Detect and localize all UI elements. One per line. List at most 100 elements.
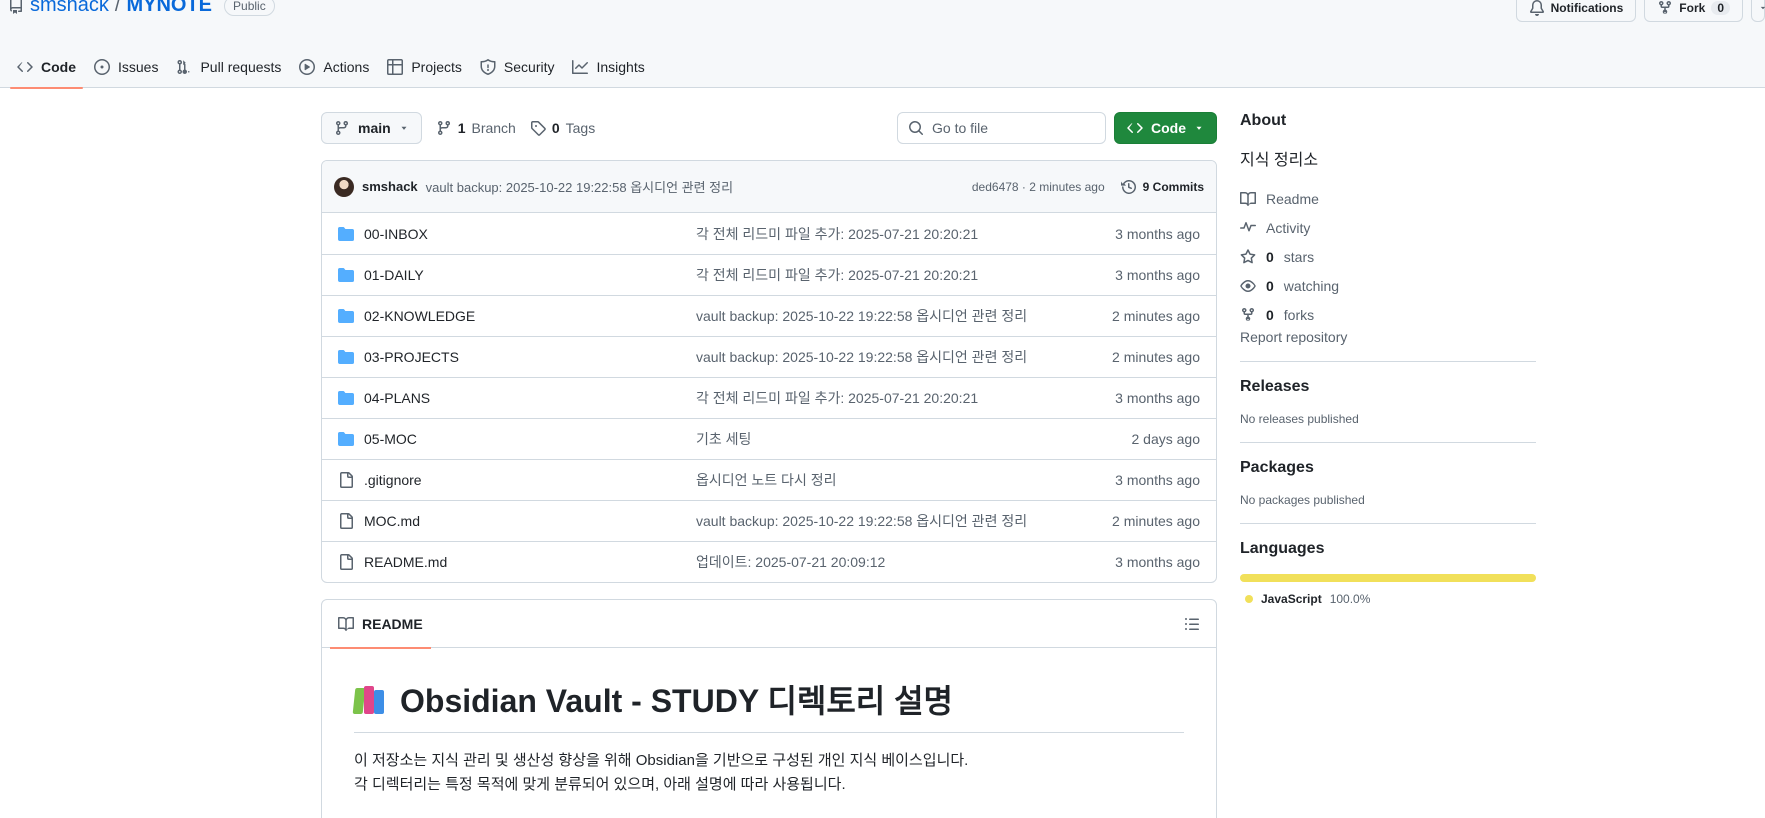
tags-link[interactable]: 0 Tags: [530, 120, 595, 136]
watching-link[interactable]: 0 watching: [1240, 271, 1536, 300]
commit-message[interactable]: vault backup: 2025-10-22 19:22:58 옵시디언 관…: [426, 177, 733, 196]
report-repository-link[interactable]: Report repository: [1240, 329, 1347, 345]
tab-pull-requests[interactable]: Pull requests: [167, 46, 290, 88]
stars-link[interactable]: 0 stars: [1240, 242, 1536, 271]
file-name-link[interactable]: README.md: [364, 554, 696, 570]
file-name-link[interactable]: 00-INBOX: [364, 226, 696, 242]
file-list: smshack vault backup: 2025-10-22 19:22:5…: [321, 160, 1217, 583]
notifications-button[interactable]: Notifications: [1515, 0, 1637, 22]
file-commit-message[interactable]: vault backup: 2025-10-22 19:22:58 옵시디언 관…: [696, 347, 1112, 367]
file-row[interactable]: .gitignore 옵시디언 노트 다시 정리 3 months ago: [322, 459, 1216, 500]
list-unordered-icon[interactable]: [1184, 616, 1200, 632]
file-icon: [338, 513, 354, 529]
file-commit-message[interactable]: 옵시디언 노트 다시 정리: [696, 470, 1115, 490]
commit-hash-time[interactable]: ded6478 · 2 minutes ago: [972, 180, 1105, 194]
branch-name: main: [358, 120, 391, 136]
releases-empty-text: No releases published: [1240, 412, 1359, 426]
readme-link[interactable]: Readme: [1240, 184, 1536, 213]
branch-count: 1: [457, 120, 466, 136]
file-icon: [338, 472, 354, 488]
stars-count: 0: [1266, 248, 1274, 265]
repo-owner-link[interactable]: smshack: [30, 0, 109, 17]
file-commit-age: 3 months ago: [1115, 472, 1200, 488]
pulse-icon: [1240, 220, 1256, 236]
code-icon: [1127, 120, 1143, 136]
file-name-link[interactable]: MOC.md: [364, 513, 696, 529]
activity-link[interactable]: Activity: [1240, 213, 1536, 242]
tab-actions[interactable]: Actions: [290, 46, 378, 88]
go-to-file-input[interactable]: Go to file: [897, 112, 1106, 144]
file-navigation-bar: main 1 Branch 0 Tags Go to file Code: [321, 112, 1217, 144]
file-commit-age: 2 minutes ago: [1112, 308, 1200, 324]
readme-header: README: [322, 600, 1216, 649]
fork-button[interactable]: Fork 0: [1644, 0, 1743, 22]
fork-icon: [1240, 307, 1256, 323]
forks-count: 0: [1266, 306, 1274, 323]
file-row[interactable]: 01-DAILY 각 전체 리드미 파일 추가: 2025-07-21 20:20…: [322, 254, 1216, 295]
git-branch-icon: [436, 120, 452, 136]
divider: [1240, 442, 1536, 443]
file-commit-message[interactable]: 기초 세팅: [696, 429, 1132, 449]
tab-readme[interactable]: README: [330, 600, 431, 649]
readme-link-label: Readme: [1266, 190, 1319, 207]
language-item[interactable]: JavaScript 100.0%: [1240, 592, 1536, 606]
file-name-link[interactable]: 02-KNOWLEDGE: [364, 308, 696, 324]
avatar[interactable]: [334, 176, 354, 197]
fork-dropdown-button[interactable]: [1751, 0, 1765, 22]
about-heading: About: [1240, 112, 1287, 129]
file-commit-message[interactable]: 각 전체 리드미 파일 추가: 2025-07-21 20:20:21: [696, 388, 1115, 408]
file-commit-message[interactable]: 각 전체 리드미 파일 추가: 2025-07-21 20:20:21: [696, 265, 1115, 285]
repo-name-link[interactable]: MYNOTE: [126, 0, 212, 17]
code-dropdown-button[interactable]: Code: [1114, 112, 1217, 144]
eye-icon: [1240, 278, 1256, 294]
tab-issues-label: Issues: [118, 59, 159, 75]
file-row[interactable]: README.md 업데이트: 2025-07-21 20:09:12 3 mont…: [322, 541, 1216, 582]
commits-history-link[interactable]: 9 Commits: [1120, 179, 1204, 195]
folder-icon: [338, 308, 354, 324]
pull-request-icon: [176, 59, 192, 75]
tag-icon: [530, 120, 546, 136]
file-row[interactable]: 02-KNOWLEDGE vault backup: 2025-10-22 19:…: [322, 295, 1216, 336]
repo-actions: Notifications Fork 0: [1515, 0, 1765, 22]
file-name-link[interactable]: .gitignore: [364, 472, 696, 488]
folder-icon: [338, 226, 354, 242]
tag-count: 0: [551, 120, 560, 136]
tab-issues[interactable]: Issues: [85, 46, 167, 88]
packages-heading[interactable]: Packages: [1240, 459, 1536, 477]
tab-code-label: Code: [41, 59, 76, 75]
file-row[interactable]: 00-INBOX 각 전체 리드미 파일 추가: 2025-07-21 20:20…: [322, 213, 1216, 254]
file-row[interactable]: 05-MOC 기초 세팅 2 days ago: [322, 418, 1216, 459]
star-icon: [1240, 248, 1256, 265]
commit-author[interactable]: smshack: [362, 179, 418, 194]
tab-code[interactable]: Code: [8, 46, 85, 89]
file-commit-message[interactable]: 업데이트: 2025-07-21 20:09:12: [696, 552, 1115, 572]
releases-heading[interactable]: Releases: [1240, 378, 1536, 396]
file-commit-message[interactable]: 각 전체 리드미 파일 추가: 2025-07-21 20:20:21: [696, 224, 1115, 244]
file-name-link[interactable]: 01-DAILY: [364, 267, 696, 283]
stars-label: stars: [1283, 248, 1315, 265]
about-sidebar: About 지식 정리소 Readme Activity 0 stars 0 w…: [1240, 112, 1536, 606]
file-commit-age: 3 months ago: [1115, 267, 1200, 283]
file-row[interactable]: 04-PLANS 각 전체 리드미 파일 추가: 2025-07-21 20:20…: [322, 377, 1216, 418]
forks-link[interactable]: 0 forks: [1240, 300, 1536, 329]
file-name-link[interactable]: 03-PROJECTS: [364, 349, 696, 365]
tab-security[interactable]: Security: [471, 46, 564, 88]
branches-link[interactable]: 1 Branch: [436, 120, 516, 136]
notifications-label: Notifications: [1550, 1, 1624, 15]
file-name-link[interactable]: 04-PLANS: [364, 390, 696, 406]
fork-label: Fork: [1679, 1, 1706, 15]
file-row[interactable]: MOC.md vault backup: 2025-10-22 19:22:58 …: [322, 500, 1216, 541]
tab-insights[interactable]: Insights: [563, 46, 653, 88]
go-to-file-placeholder: Go to file: [932, 120, 989, 136]
tab-projects[interactable]: Projects: [378, 46, 471, 88]
file-commit-message[interactable]: vault backup: 2025-10-22 19:22:58 옵시디언 관…: [696, 306, 1112, 326]
file-commit-message[interactable]: vault backup: 2025-10-22 19:22:58 옵시디언 관…: [696, 511, 1112, 531]
file-name-link[interactable]: 05-MOC: [364, 431, 696, 447]
file-row[interactable]: 03-PROJECTS vault backup: 2025-10-22 19:2…: [322, 336, 1216, 377]
branch-select-button[interactable]: main: [321, 112, 422, 144]
repo-nav: Code Issues Pull requests Actions Projec…: [8, 46, 654, 89]
languages-heading: Languages: [1240, 540, 1325, 557]
folder-icon: [338, 267, 354, 283]
book-icon: [338, 616, 354, 632]
packages-empty-text: No packages published: [1240, 493, 1365, 507]
